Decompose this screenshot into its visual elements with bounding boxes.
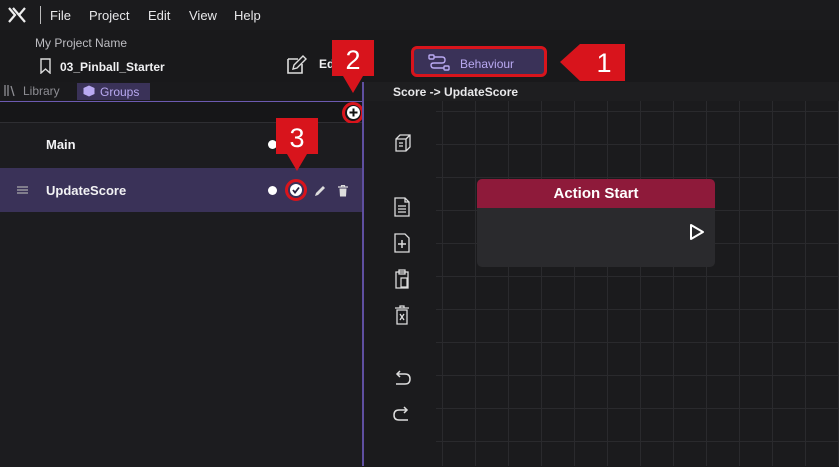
app-logo-icon[interactable] — [8, 7, 26, 23]
bookmark-icon — [40, 58, 51, 74]
pencil-icon[interactable] — [314, 185, 326, 197]
menu-project[interactable]: Project — [89, 8, 129, 23]
callout-1: 1 — [560, 44, 625, 81]
plus-icon — [349, 108, 358, 117]
behaviour-button[interactable]: Behaviour — [411, 46, 547, 77]
menu-edit[interactable]: Edit — [148, 8, 170, 23]
check-button[interactable] — [290, 184, 302, 196]
checkmark-icon — [292, 186, 300, 194]
tab-library[interactable]: Library — [23, 84, 60, 98]
callout-2-number: 2 — [345, 45, 360, 75]
menu-file[interactable]: File — [50, 8, 71, 23]
group-row-updatescore[interactable]: UpdateScore — [0, 168, 362, 212]
delete-icon[interactable] — [392, 304, 412, 326]
group-label-updatescore: UpdateScore — [46, 183, 127, 198]
redo-icon[interactable] — [392, 404, 412, 426]
document-icon[interactable] — [392, 196, 412, 218]
output-port-icon[interactable] — [689, 223, 705, 241]
drag-handle-icon[interactable] — [17, 186, 28, 194]
behaviour-flow-icon — [428, 54, 450, 71]
node-title: Action Start — [553, 185, 639, 202]
trash-icon[interactable] — [338, 185, 348, 197]
edit-mode-icon[interactable] — [285, 54, 307, 76]
menu-help[interactable]: Help — [234, 8, 261, 23]
cube-icon — [83, 85, 95, 97]
callout-1-number: 1 — [596, 48, 611, 78]
callout-3-number: 3 — [289, 123, 304, 153]
duplicate-icon[interactable] — [392, 232, 412, 254]
add-group-button[interactable] — [347, 106, 360, 119]
undo-icon[interactable] — [392, 368, 412, 390]
add-node-icon[interactable] — [392, 133, 412, 155]
menu-view[interactable]: View — [189, 8, 217, 23]
groups-tab-label: Groups — [100, 85, 140, 99]
breadcrumb: Score -> UpdateScore — [393, 85, 519, 99]
project-name: My Project Name — [35, 36, 128, 50]
scene-name[interactable]: 03_Pinball_Starter — [60, 60, 165, 74]
menu-separator — [40, 6, 41, 24]
active-dot-icon[interactable] — [268, 186, 277, 195]
paste-icon[interactable] — [392, 268, 412, 290]
tab-groups[interactable]: Groups — [77, 83, 150, 100]
library-icon — [4, 85, 15, 97]
behaviour-label: Behaviour — [460, 57, 515, 71]
group-label-main: Main — [46, 137, 76, 152]
action-start-node[interactable]: Action Start — [477, 179, 715, 267]
callout-3: 3 — [276, 118, 318, 171]
